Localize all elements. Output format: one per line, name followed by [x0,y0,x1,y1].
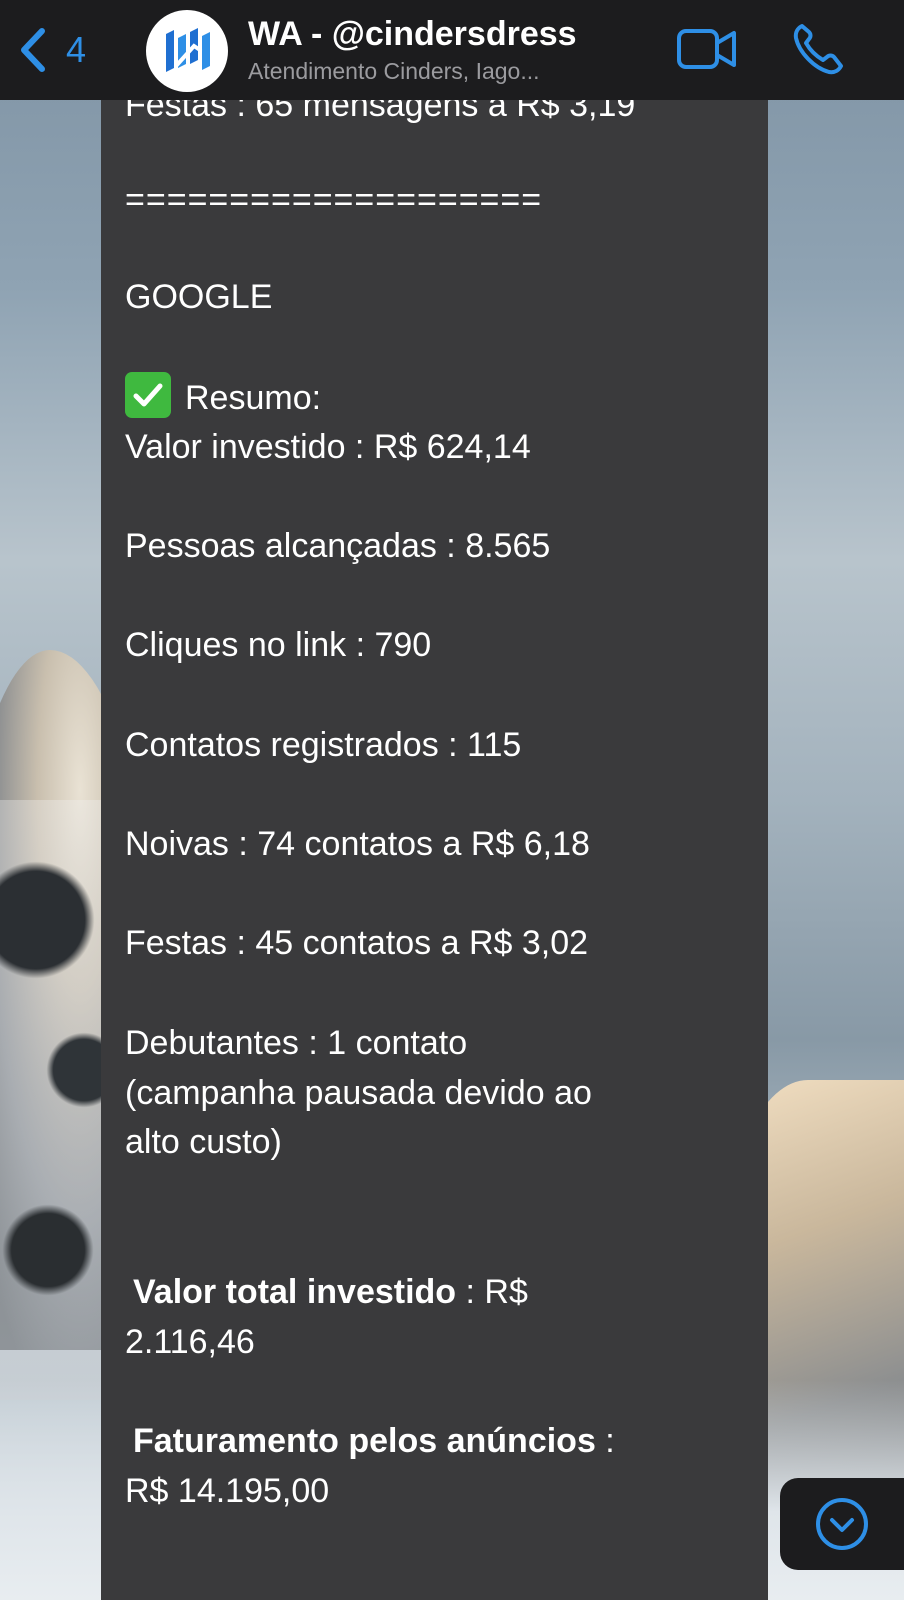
message-pessoas-alcancadas: Pessoas alcançadas : 8.565 [125,527,551,565]
message-bubble[interactable]: Festas : 65 mensagens a R$ 3,19 ========… [101,60,768,1600]
faturamento-suffix: : [595,1422,615,1460]
brand-logo-icon [166,28,210,72]
message-valor-total: Valor total investido : R$ [133,1267,528,1317]
chat-title: WA - @cindersdress [248,15,577,53]
message-valor-investido: Valor investido : R$ 624,14 [125,428,531,466]
valor-total-label: Valor total investido [133,1273,457,1311]
scroll-to-bottom-button[interactable] [780,1478,904,1570]
chevron-left-icon [21,28,45,72]
chevron-down-circle-icon [816,1498,868,1550]
message-contatos-registrados: Contatos registrados : 115 [125,726,522,764]
voice-call-button[interactable] [792,22,844,76]
message-debutantes-note-end: alto custo) [125,1123,282,1161]
message-festas: Festas : 45 contatos a R$ 3,02 [125,924,589,962]
resumo-label: Resumo: [185,379,322,417]
valor-total-suffix: : R$ [456,1273,528,1311]
video-camera-icon [677,29,736,69]
message-debutantes: Debutantes : 1 contato [125,1024,468,1062]
back-button[interactable]: 4 [18,22,86,78]
message-faturamento-value: R$ 14.195,00 [125,1472,330,1510]
check-mark-emoji-icon [125,372,171,418]
message-separator: ==================== [125,181,543,219]
video-call-button[interactable] [676,26,738,72]
phone-icon [793,24,843,75]
message-resumo: Resumo: [125,372,321,423]
chat-header: 4 WA - @cindersdress Atendimento Cinders… [0,0,904,100]
message-faturamento: Faturamento pelos anúncios : [133,1416,615,1466]
message-cliques-no-link: Cliques no link : 790 [125,626,432,664]
chat-title-block[interactable]: WA - @cindersdress Atendimento Cinders, … [248,12,648,86]
message-google-heading: GOOGLE [125,278,273,316]
avatar[interactable] [146,10,228,92]
message-valor-total-value: 2.116,46 [125,1323,255,1361]
message-noivas: Noivas : 74 contatos a R$ 6,18 [125,825,590,863]
message-debutantes-note: (campanha pausada devido ao [125,1074,592,1112]
faturamento-label: Faturamento pelos anúncios [133,1422,596,1460]
chat-screen: Festas : 65 mensagens a R$ 3,19 ========… [0,0,904,1600]
chat-subtitle: Atendimento Cinders, Iago... [248,58,540,84]
unread-count: 4 [66,29,87,70]
